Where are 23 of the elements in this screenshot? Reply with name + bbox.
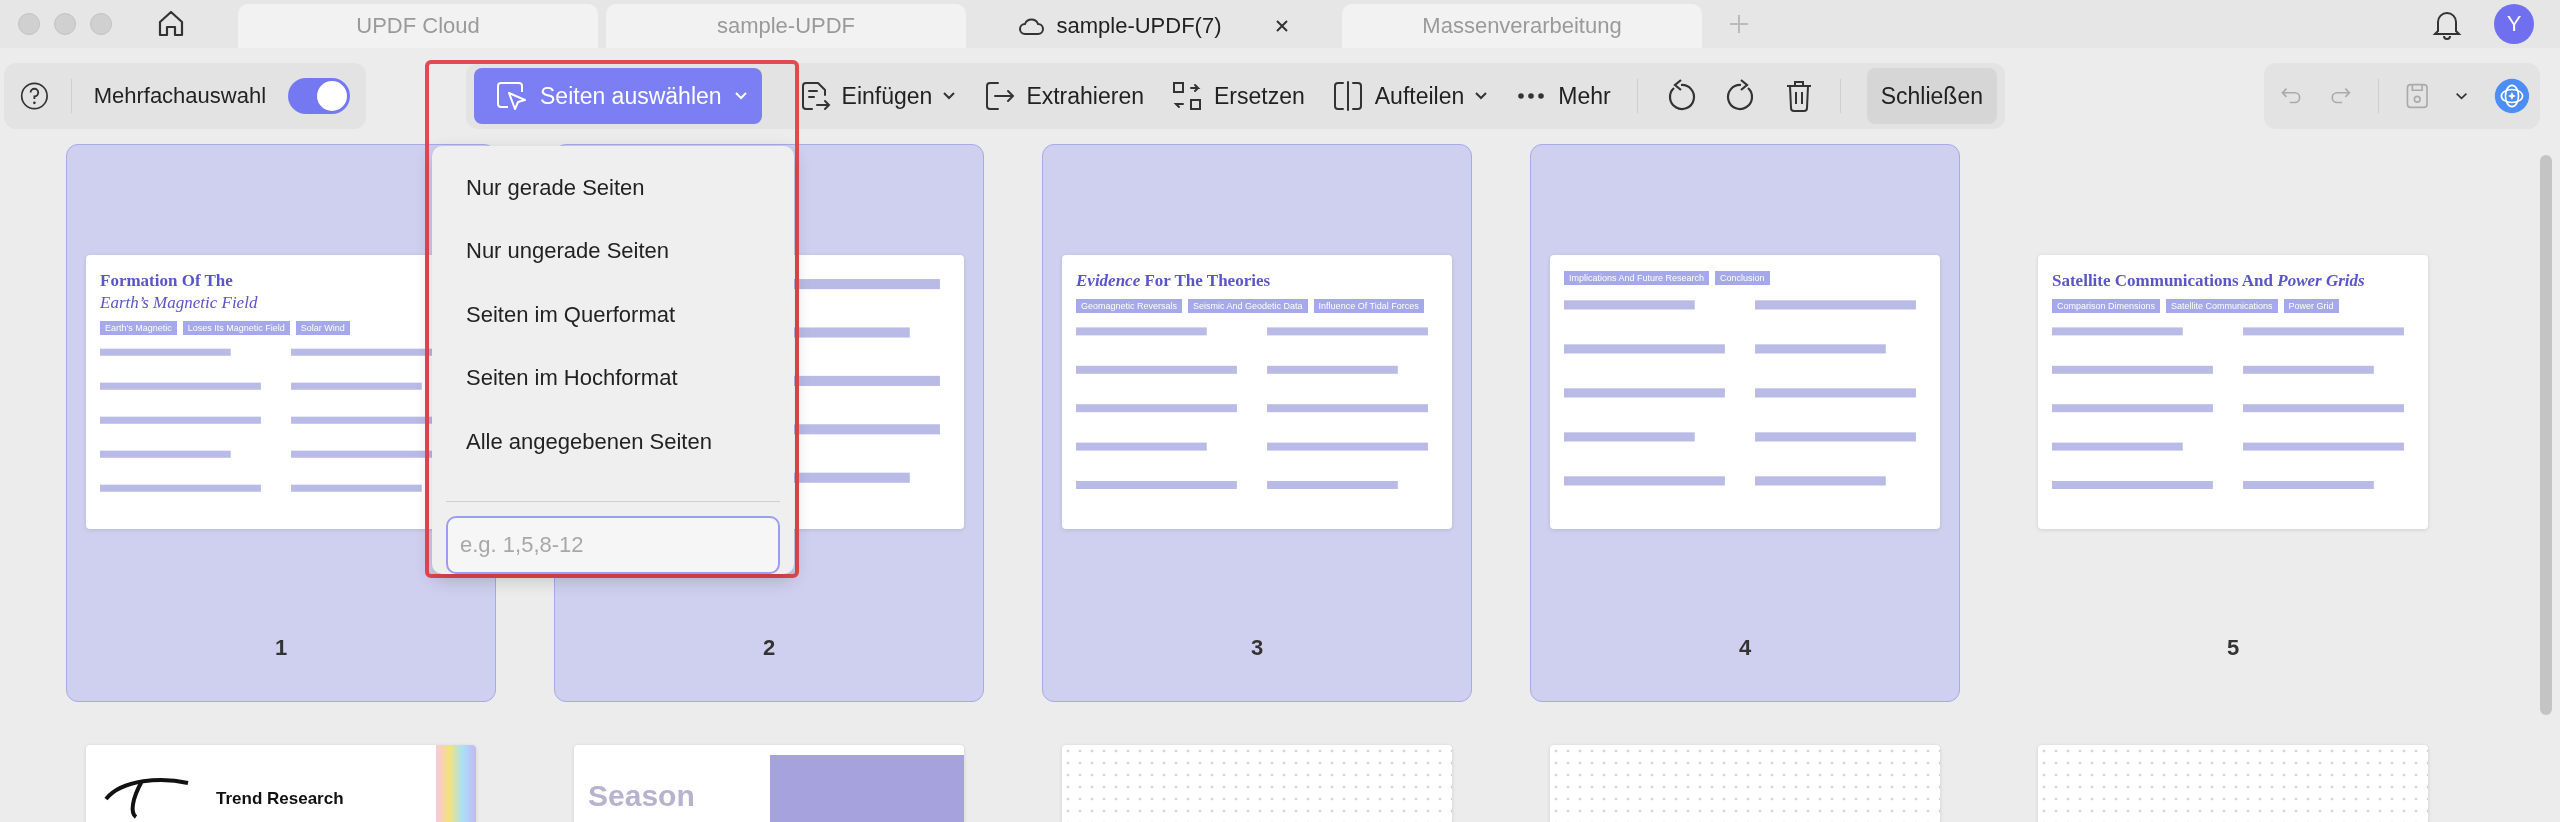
- page-number: 3: [1250, 635, 1264, 661]
- page-number: 4: [1738, 635, 1752, 661]
- cover-title: Trend Research: [216, 789, 344, 809]
- page-number: 5: [2226, 635, 2240, 661]
- section-label: Seismic And Geodetic Data: [1188, 299, 1308, 313]
- multi-select-label: Mehrfachauswahl: [93, 83, 267, 109]
- page-title: Evidence For The Theories: [1076, 271, 1272, 291]
- section-label: Comparison Dimensions: [2052, 299, 2161, 313]
- section-label: Solar Wind: [295, 321, 350, 335]
- page-title: Formation Of The: [100, 271, 234, 291]
- section-label: Power Grid: [2283, 299, 2339, 313]
- section-label: Satellite Communications: [2166, 299, 2278, 313]
- section-label: Geomagnetic Reversals: [1076, 299, 1183, 313]
- section-label: Earth's Magnetic: [100, 321, 177, 335]
- page-title: Satellite Communications And Power Grids: [2052, 271, 2366, 291]
- section-label: Influence Of Tidal Forces: [1313, 299, 1424, 313]
- page-title: Season: [588, 779, 695, 813]
- section-label: Implications And Future Research: [1564, 271, 1710, 285]
- section-label: Conclusion: [1715, 271, 1770, 285]
- page-number: 1: [274, 635, 288, 661]
- section-label: Loses Its Magnetic Field: [182, 321, 290, 335]
- page-number: 2: [762, 635, 776, 661]
- page-subtitle: Earth’s Magnetic Field: [100, 293, 259, 313]
